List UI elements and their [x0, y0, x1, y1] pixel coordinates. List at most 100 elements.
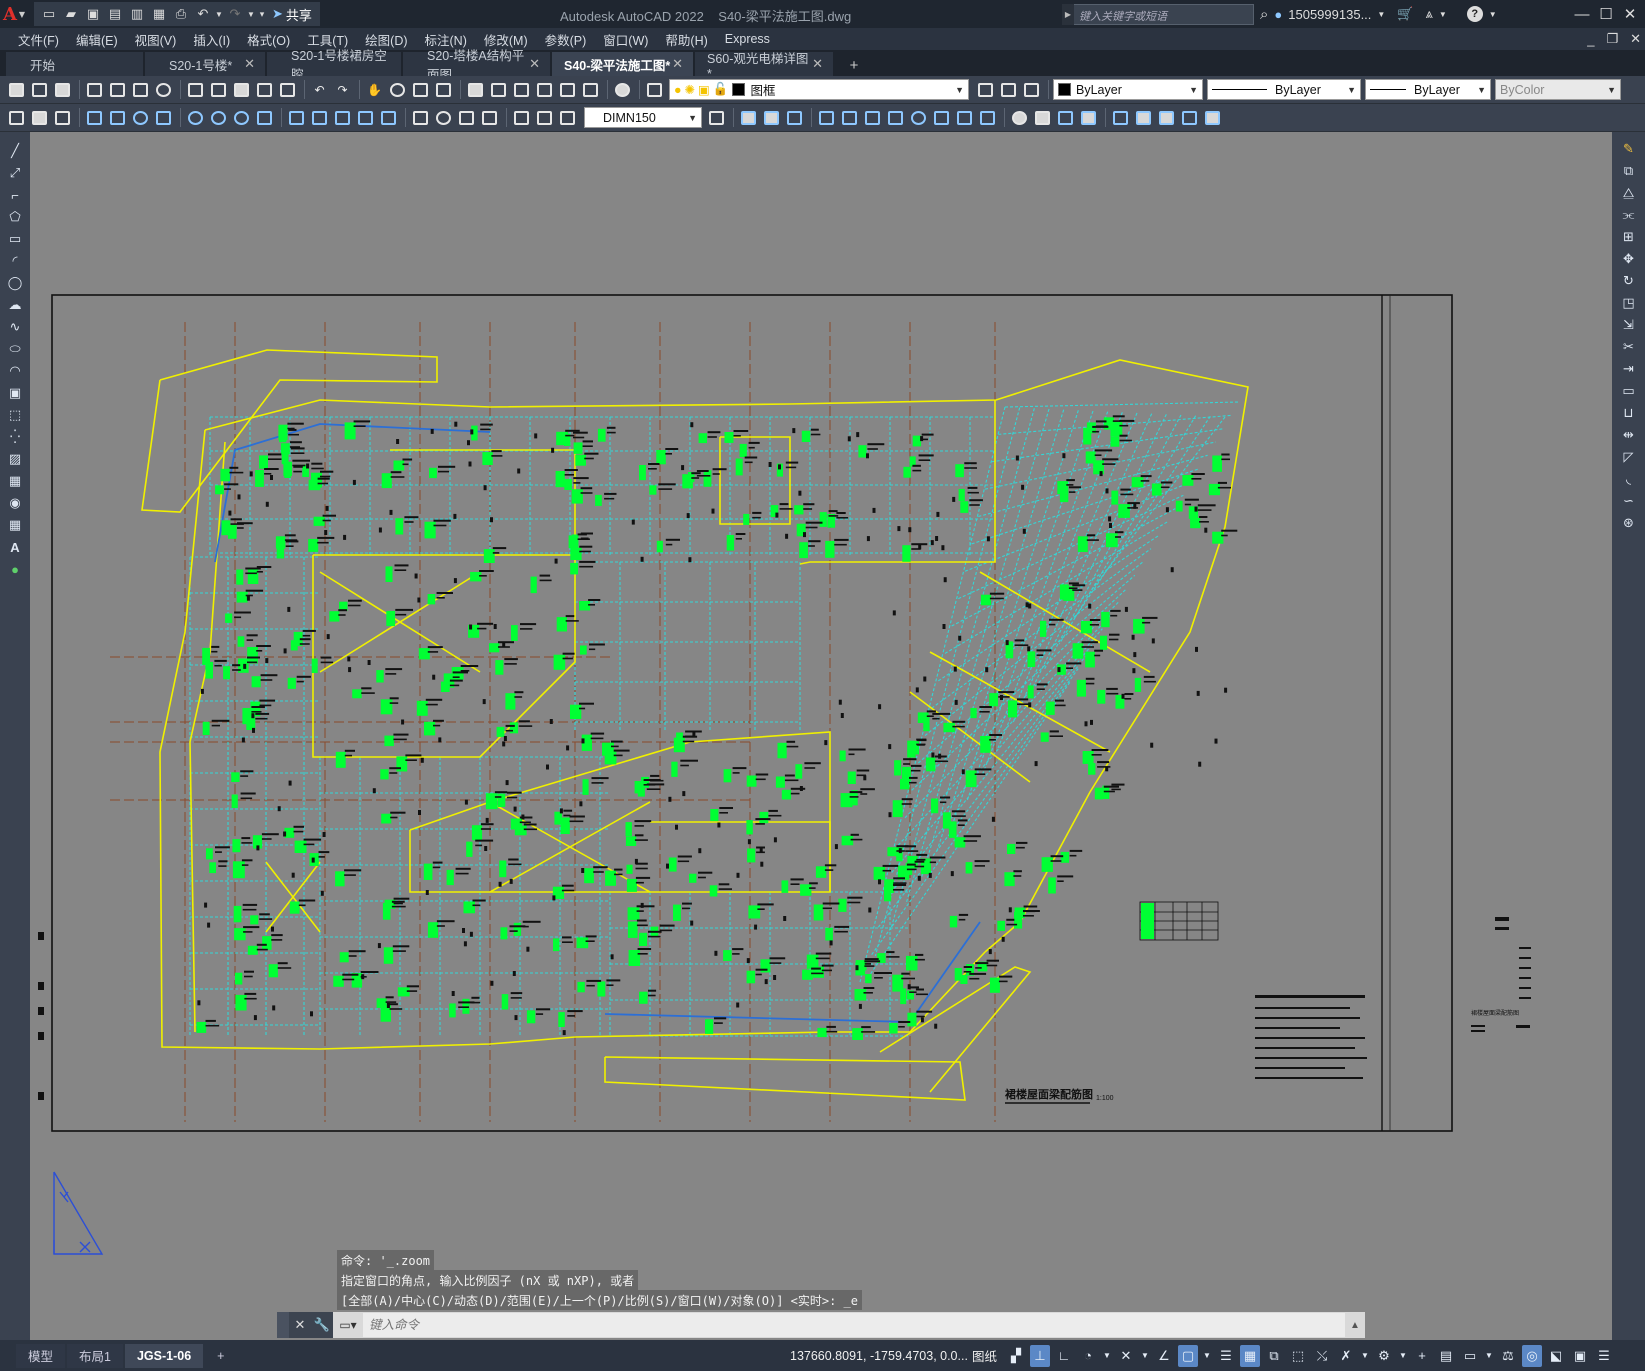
object-snap-icon[interactable]: ▢ — [1178, 1344, 1198, 1367]
menu-help[interactable]: 帮助(H) — [659, 30, 718, 49]
doc-restore-icon[interactable]: ❐ — [1606, 31, 1618, 47]
trim-icon[interactable]: ✂ — [1620, 338, 1638, 356]
spline-icon[interactable]: ∿ — [6, 318, 24, 336]
baseline-dimension-icon[interactable] — [309, 107, 330, 128]
cart-icon[interactable]: 🛒 — [1397, 6, 1413, 22]
units-icon[interactable]: ▤ — [1436, 1345, 1456, 1367]
array-icon[interactable]: ⊞ — [1620, 228, 1638, 246]
box-icon[interactable] — [738, 107, 759, 128]
make-current-icon[interactable] — [975, 79, 996, 100]
block-editor-icon[interactable] — [277, 79, 298, 100]
design-center-icon[interactable] — [488, 79, 509, 100]
visual-style-realistic-icon[interactable] — [1078, 107, 1099, 128]
annotation-monitor-icon[interactable]: + — [1412, 1345, 1432, 1367]
close-icon[interactable]: ✕ — [289, 1312, 311, 1338]
point-icon[interactable]: ⁛ — [6, 428, 24, 446]
angular-dimension-icon[interactable] — [254, 107, 275, 128]
tab-s20-podium[interactable]: S20-1号楼裙房空腔 — [267, 49, 401, 82]
close-icon[interactable]: ✕ — [244, 56, 255, 72]
iso-view-icon[interactable] — [1202, 107, 1223, 128]
isometric-drafting-icon[interactable]: ✕ — [1116, 1345, 1136, 1367]
cut-icon[interactable] — [185, 79, 206, 100]
construction-line-icon[interactable]: ⤢ — [6, 164, 24, 182]
ucs-previous-icon[interactable] — [862, 107, 883, 128]
chevron-down-icon[interactable]: ▼ — [1484, 1345, 1494, 1367]
zoom-realtime-icon[interactable] — [387, 79, 408, 100]
share-button[interactable]: ➤ 共享 — [268, 5, 316, 24]
arc-length-icon[interactable] — [130, 107, 151, 128]
quick-properties-icon[interactable]: ▭ — [1460, 1345, 1480, 1367]
ucs-view-icon[interactable] — [931, 107, 952, 128]
dimension-edit-icon[interactable] — [511, 107, 532, 128]
scale-icon[interactable]: ◳ — [1620, 294, 1638, 312]
ellipse-icon[interactable]: ⬭ — [6, 340, 24, 358]
chevron-up-icon[interactable]: ▲ — [1345, 1320, 1365, 1331]
multiline-text-icon[interactable]: A — [6, 538, 24, 556]
ucs-world-icon[interactable] — [839, 107, 860, 128]
break-icon[interactable]: ⊔ — [1620, 404, 1638, 422]
command-input[interactable] — [363, 1313, 1345, 1337]
ucs-origin-icon[interactable] — [954, 107, 975, 128]
back-view-icon[interactable] — [1179, 107, 1200, 128]
doc-minimize-icon[interactable]: _ — [1587, 32, 1594, 47]
plot-preview-icon[interactable] — [107, 79, 128, 100]
open-icon[interactable] — [29, 79, 50, 100]
ordinate-dimension-icon[interactable] — [153, 107, 174, 128]
dimension-break-icon[interactable] — [378, 107, 399, 128]
ortho-mode-icon[interactable]: ∟ — [1054, 1345, 1074, 1367]
search-expand-icon[interactable]: ▶ — [1062, 4, 1074, 25]
command-prompt-icon[interactable]: ▭▾ — [333, 1312, 363, 1338]
make-block-icon[interactable]: ⬚ — [6, 406, 24, 424]
3d-dwf-icon[interactable] — [153, 79, 174, 100]
lineweight-dropdown[interactable]: ByLayer ▼ — [1365, 79, 1491, 100]
rotate-icon[interactable]: ↻ — [1620, 272, 1638, 290]
polygon-icon[interactable]: ⬠ — [6, 208, 24, 226]
rectangle-icon[interactable]: ▭ — [6, 230, 24, 248]
circle-icon[interactable]: ◯ — [6, 274, 24, 292]
add-selected-icon[interactable]: ● — [6, 560, 24, 578]
undo-icon[interactable]: ↶ — [309, 79, 330, 100]
line-icon[interactable]: ╱ — [6, 142, 24, 160]
copy-icon[interactable] — [208, 79, 229, 100]
chevron-down-icon[interactable]: ▼ — [1439, 10, 1447, 19]
zoom-previous-icon[interactable] — [433, 79, 454, 100]
new-tab-button[interactable]: + — [843, 54, 865, 76]
plot-icon[interactable] — [84, 79, 105, 100]
dimension-style-icon[interactable] — [706, 107, 727, 128]
chevron-down-icon[interactable]: ▼ — [1102, 1345, 1112, 1367]
polar-tracking-icon[interactable]: ◔ — [1078, 1345, 1098, 1367]
snap-mode-icon[interactable]: ▞ — [1006, 1345, 1026, 1367]
menu-insert[interactable]: 插入(I) — [187, 30, 241, 49]
dimension-update-icon[interactable] — [557, 107, 578, 128]
menu-edit[interactable]: 编辑(E) — [70, 30, 129, 49]
quick-dimension-icon[interactable] — [286, 107, 307, 128]
mirror-icon[interactable]: ⧋ — [1620, 184, 1638, 202]
command-line-grip[interactable] — [277, 1312, 289, 1338]
open-web-icon[interactable]: ▥ — [126, 3, 148, 25]
gradient-icon[interactable]: ▦ — [6, 472, 24, 490]
markup-icon[interactable] — [557, 79, 578, 100]
jogged-linear-icon[interactable] — [479, 107, 500, 128]
front-view-icon[interactable] — [1110, 107, 1131, 128]
add-layout-button[interactable]: + — [205, 1344, 236, 1368]
dimension-text-edit-icon[interactable] — [534, 107, 555, 128]
menu-window[interactable]: 窗口(W) — [597, 30, 659, 49]
search-input[interactable]: 键入关键字或短语 — [1062, 4, 1254, 25]
search-icon[interactable]: ⌕ — [1260, 6, 1268, 23]
close-button[interactable]: ✕ — [1616, 0, 1644, 28]
hatch-icon[interactable]: ▨ — [6, 450, 24, 468]
ucs-object-icon[interactable] — [908, 107, 929, 128]
tab-s40-beam[interactable]: S40-梁平法施工图* ✕ — [552, 52, 693, 76]
new-icon[interactable] — [6, 79, 27, 100]
close-icon[interactable]: ✕ — [672, 56, 683, 72]
chevron-down-icon[interactable]: ▼ — [1489, 10, 1497, 19]
undo-icon[interactable]: ↶ — [192, 3, 214, 25]
continue-dimension-icon[interactable] — [332, 107, 353, 128]
help-icon[interactable] — [612, 79, 633, 100]
fillet-icon[interactable]: ◟ — [1620, 470, 1638, 488]
open-folder-icon[interactable]: ▰ — [60, 3, 82, 25]
transparency-icon[interactable]: ▦ — [1240, 1344, 1260, 1367]
cylinder-icon[interactable] — [784, 107, 805, 128]
clean-screen-icon[interactable]: ▣ — [1570, 1345, 1590, 1367]
blend-curves-icon[interactable]: ∽ — [1620, 492, 1638, 510]
